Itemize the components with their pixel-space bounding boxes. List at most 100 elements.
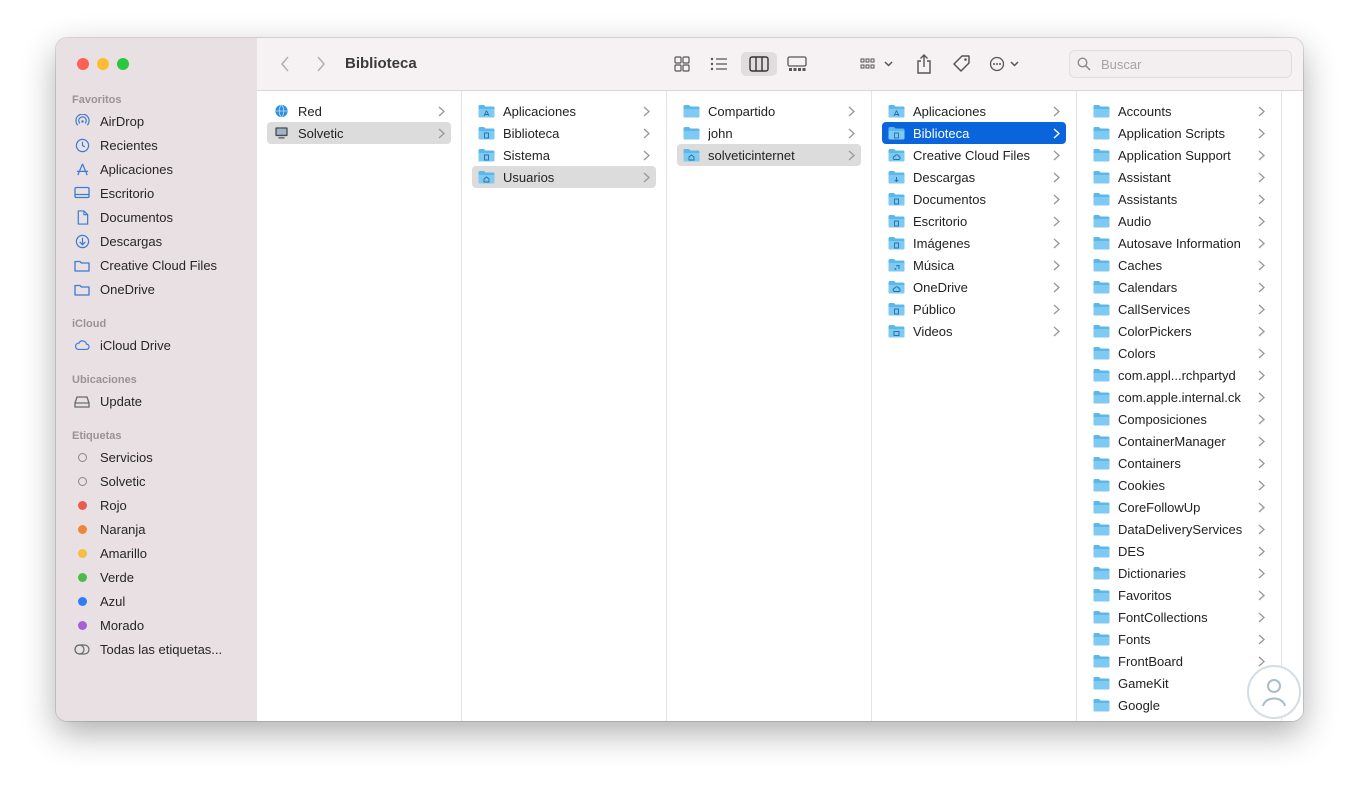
folder-row[interactable]: Application Scripts [1087,122,1271,144]
share-button[interactable] [912,52,936,76]
clock-icon [74,137,90,153]
folder-row[interactable]: DES [1087,540,1271,562]
folder-home-icon [683,149,700,162]
folder-row[interactable]: FrontBoard [1087,650,1271,672]
folder-row[interactable]: com.apple.internal.ck [1087,386,1271,408]
folder-doc-icon [888,215,905,228]
search-input[interactable] [1099,55,1273,73]
folder-row[interactable]: Público [882,298,1066,320]
folder-name: FrontBoard [1118,653,1184,669]
more-actions-button[interactable] [987,52,1025,76]
sidebar-item-servicios[interactable]: Servicios [68,446,248,468]
chevron-right-icon [1255,105,1267,117]
sidebar-item-solvetic[interactable]: Solvetic [68,470,248,492]
folder-row[interactable]: DataDeliveryServices [1087,518,1271,540]
minimize-button[interactable] [97,58,109,70]
folder-row[interactable]: Colors [1087,342,1271,364]
folder-row[interactable]: Audio [1087,210,1271,232]
back-button[interactable] [275,52,295,76]
sidebar: Favoritos AirDrop Recientes Aplicaciones Esc… [56,38,258,721]
sidebar-item-update[interactable]: Update [68,390,248,412]
tag-dot-icon [74,593,90,609]
folder-name: OneDrive [913,279,968,295]
folder-row[interactable]: FontCollections [1087,606,1271,628]
chevron-right-icon [1050,325,1062,337]
folder-row[interactable]: Calendars [1087,276,1271,298]
folder-row[interactable]: GameKit [1087,672,1271,694]
sidebar-item-verde[interactable]: Verde [68,566,248,588]
folder-row[interactable]: Videos [882,320,1066,342]
folder-row[interactable]: Caches [1087,254,1271,276]
folder-name: Application Scripts [1118,125,1225,141]
folder-row[interactable]: Assistants [1087,188,1271,210]
folder-row[interactable]: CoreFollowUp [1087,496,1271,518]
sidebar-item-morado[interactable]: Morado [68,614,248,636]
sidebar-item-icloud-drive[interactable]: iCloud Drive [68,334,248,356]
sidebar-item-label: Creative Cloud Files [100,257,218,273]
folder-row[interactable]: solveticinternet [677,144,861,166]
icon-view-button[interactable] [670,52,694,76]
sidebar-item-onedrive[interactable]: OneDrive [68,278,248,300]
folder-row[interactable]: ColorPickers [1087,320,1271,342]
folder-row[interactable]: CallServices [1087,298,1271,320]
tag-dot-icon [74,569,90,585]
sidebar-item-amarillo[interactable]: Amarillo [68,542,248,564]
folder-row[interactable]: Application Support [1087,144,1271,166]
sidebar-item-descargas[interactable]: Descargas [68,230,248,252]
group-button[interactable] [857,52,897,76]
sidebar-item-todas-las-etiquetas[interactable]: Todas las etiquetas... [68,638,248,660]
sidebar-item-aplicaciones[interactable]: Aplicaciones [68,158,248,180]
folder-row[interactable]: Documentos [882,188,1066,210]
close-button[interactable] [77,58,89,70]
sidebar-item-rojo[interactable]: Rojo [68,494,248,516]
forward-button[interactable] [311,52,331,76]
folder-row[interactable]: Favoritos [1087,584,1271,606]
folder-row[interactable]: Música [882,254,1066,276]
sidebar-item-creative-cloud-files[interactable]: Creative Cloud Files [68,254,248,276]
folder-row[interactable]: Google [1087,694,1271,716]
sidebar-item-naranja[interactable]: Naranja [68,518,248,540]
sidebar-item-airdrop[interactable]: AirDrop [68,110,248,132]
folder-row[interactable]: Red [267,100,451,122]
sidebar-item-label: Escritorio [100,185,155,201]
folder-row[interactable]: Assistant [1087,166,1271,188]
tag-button[interactable] [949,52,975,76]
folder-icon [1093,391,1110,404]
folder-row[interactable]: OneDrive [882,276,1066,298]
folder-row[interactable]: Dictionaries [1087,562,1271,584]
sidebar-item-recientes[interactable]: Recientes [68,134,248,156]
search-field[interactable] [1069,50,1292,78]
folder-row[interactable]: Sistema [472,144,656,166]
folder-row[interactable]: Compartido [677,100,861,122]
gallery-view-button[interactable] [784,52,810,76]
folder-row[interactable]: ContainerManager [1087,430,1271,452]
sidebar-item-azul[interactable]: Azul [68,590,248,612]
list-view-button[interactable] [706,52,732,76]
folder-row[interactable]: Creative Cloud Files [882,144,1066,166]
folder-row[interactable]: Solvetic [267,122,451,144]
folder-row[interactable]: john [677,122,861,144]
gallery-icon [787,56,807,71]
folder-row[interactable]: Cookies [1087,474,1271,496]
sidebar-item-label: Descargas [100,233,163,249]
folder-row[interactable]: Biblioteca [472,122,656,144]
chevron-right-icon [1255,391,1267,403]
sidebar-item-documentos[interactable]: Documentos [68,206,248,228]
folder-row[interactable]: Containers [1087,452,1271,474]
folder-row[interactable]: com.appl...rchpartyd [1087,364,1271,386]
folder-row[interactable]: Imágenes [882,232,1066,254]
folder-row[interactable]: Usuarios [472,166,656,188]
folder-row[interactable]: Descargas [882,166,1066,188]
folder-row[interactable]: Accounts [1087,100,1271,122]
folder-row[interactable]: Fonts [1087,628,1271,650]
folder-row[interactable]: Aplicaciones [882,100,1066,122]
folder-row[interactable]: Autosave Information [1087,232,1271,254]
column-view-button[interactable] [741,52,777,76]
zoom-button[interactable] [117,58,129,70]
sidebar-item-escritorio[interactable]: Escritorio [68,182,248,204]
folder-icon [683,105,700,118]
folder-row[interactable]: Escritorio [882,210,1066,232]
folder-row[interactable]: Aplicaciones [472,100,656,122]
folder-row[interactable]: Composiciones [1087,408,1271,430]
folder-row[interactable]: Biblioteca [882,122,1066,144]
